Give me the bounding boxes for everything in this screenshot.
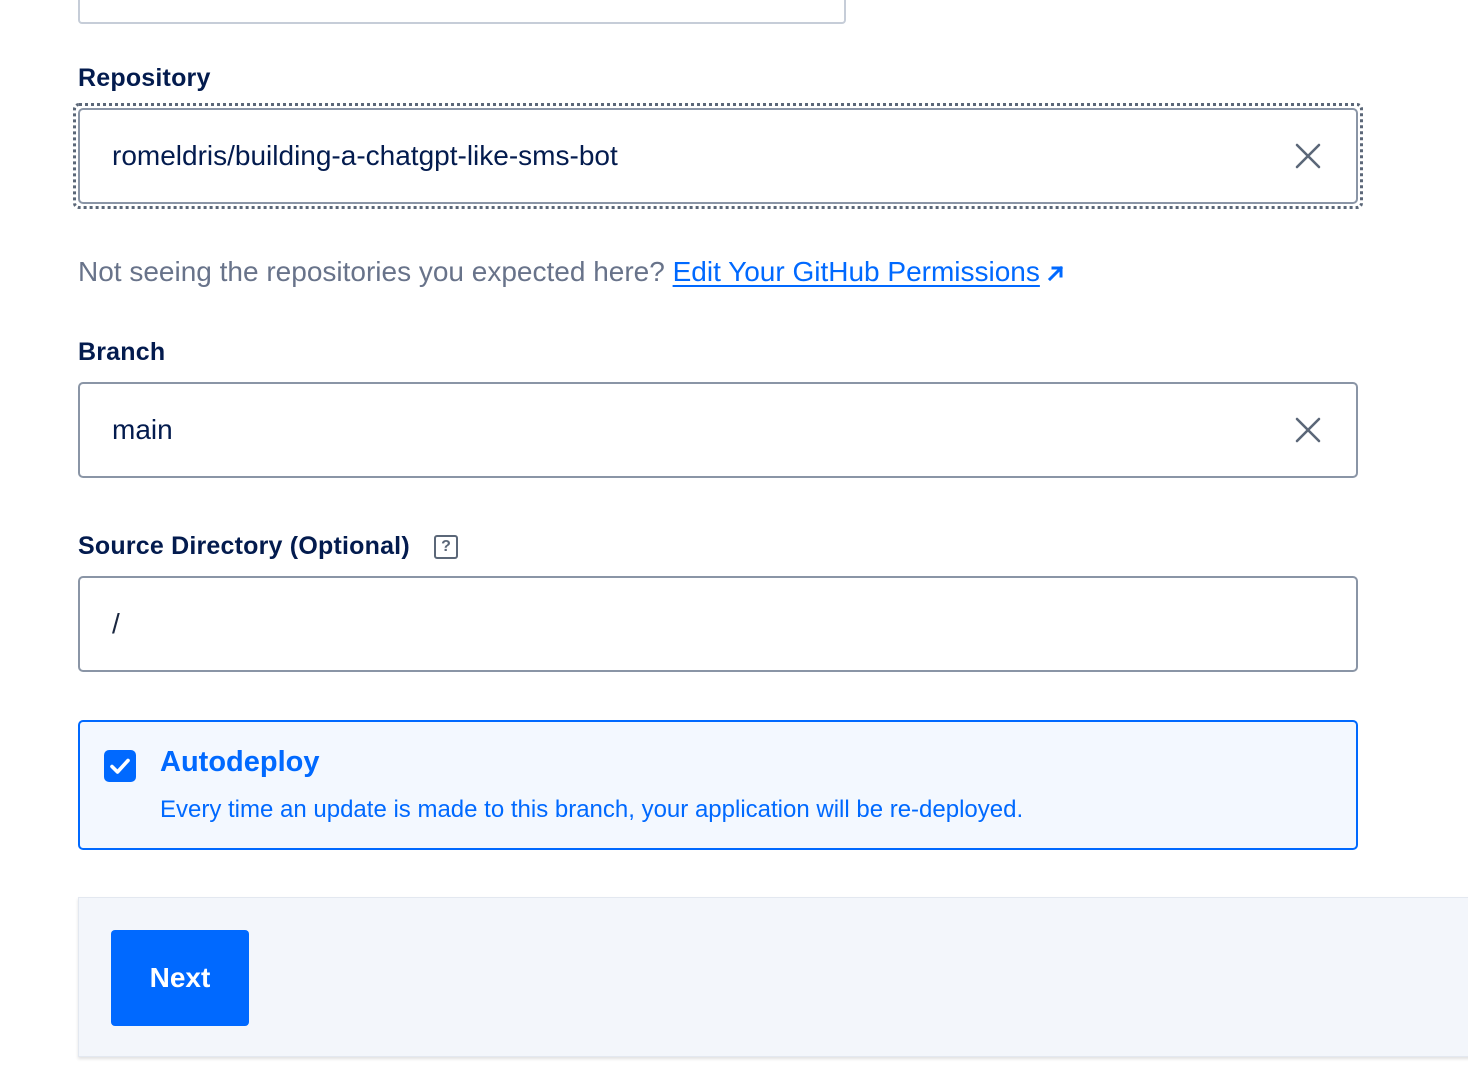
source-directory-label: Source Directory (Optional) <box>78 532 410 560</box>
help-icon[interactable]: ? <box>434 535 458 559</box>
close-icon[interactable] <box>1292 140 1324 172</box>
branch-select[interactable]: main <box>78 382 1358 478</box>
link-label: Edit Your GitHub Permissions <box>672 256 1040 287</box>
repository-label: Repository <box>78 64 211 92</box>
edit-github-permissions-link[interactable]: Edit Your GitHub Permissions <box>673 256 1040 287</box>
repository-select[interactable]: romeldris/building-a-chatgpt-like-sms-bo… <box>78 108 1358 204</box>
branch-label: Branch <box>78 338 166 366</box>
branch-value: main <box>112 414 173 445</box>
repository-hint: Not seeing the repositories you expected… <box>78 256 1066 288</box>
previous-field-partial[interactable] <box>78 0 846 24</box>
checkmark-icon <box>110 758 130 774</box>
autodeploy-checkbox[interactable] <box>104 750 136 782</box>
source-directory-input[interactable]: / <box>78 576 1358 672</box>
external-link-arrow-icon <box>1047 265 1063 282</box>
repository-value: romeldris/building-a-chatgpt-like-sms-bo… <box>112 140 618 171</box>
form-footer: Next <box>78 897 1468 1057</box>
autodeploy-title: Autodeploy <box>160 746 320 778</box>
autodeploy-option[interactable]: Autodeploy Every time an update is made … <box>78 720 1358 850</box>
autodeploy-description: Every time an update is made to this bra… <box>160 796 1024 823</box>
hint-text: Not seeing the repositories you expected… <box>78 256 673 287</box>
next-button[interactable]: Next <box>111 930 249 1026</box>
app-source-form: Repository romeldris/building-a-chatgpt-… <box>0 0 1468 1086</box>
close-icon[interactable] <box>1292 414 1324 446</box>
source-directory-value: / <box>112 608 120 639</box>
